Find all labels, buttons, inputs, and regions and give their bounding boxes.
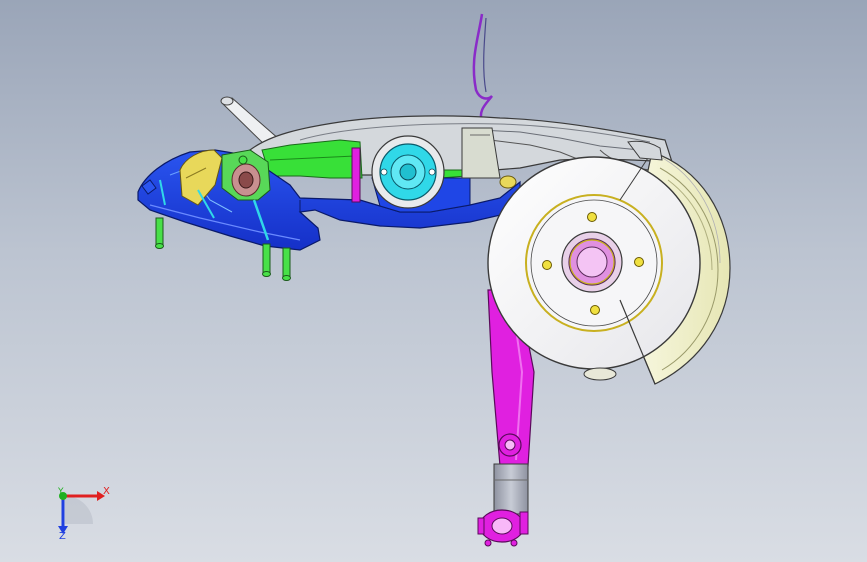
wire-harness xyxy=(472,13,493,123)
y-axis-label: Y xyxy=(58,487,64,497)
wheel-stud xyxy=(590,305,600,315)
x-axis-label: X xyxy=(103,486,110,497)
lower-shock-mount xyxy=(477,509,529,547)
anti-roll-link xyxy=(351,147,361,203)
wheel-stud xyxy=(634,257,644,267)
z-axis-label: Z xyxy=(59,531,66,542)
stud xyxy=(155,217,164,249)
stud xyxy=(282,247,291,281)
wheel-stud xyxy=(542,260,552,270)
pivot-bushing xyxy=(371,135,445,209)
stud xyxy=(262,243,271,277)
suspension-model[interactable] xyxy=(0,0,867,562)
wheel-hub xyxy=(561,231,623,293)
wheel-stud xyxy=(587,212,597,222)
cad-viewport[interactable]: X Y Z xyxy=(0,0,867,562)
